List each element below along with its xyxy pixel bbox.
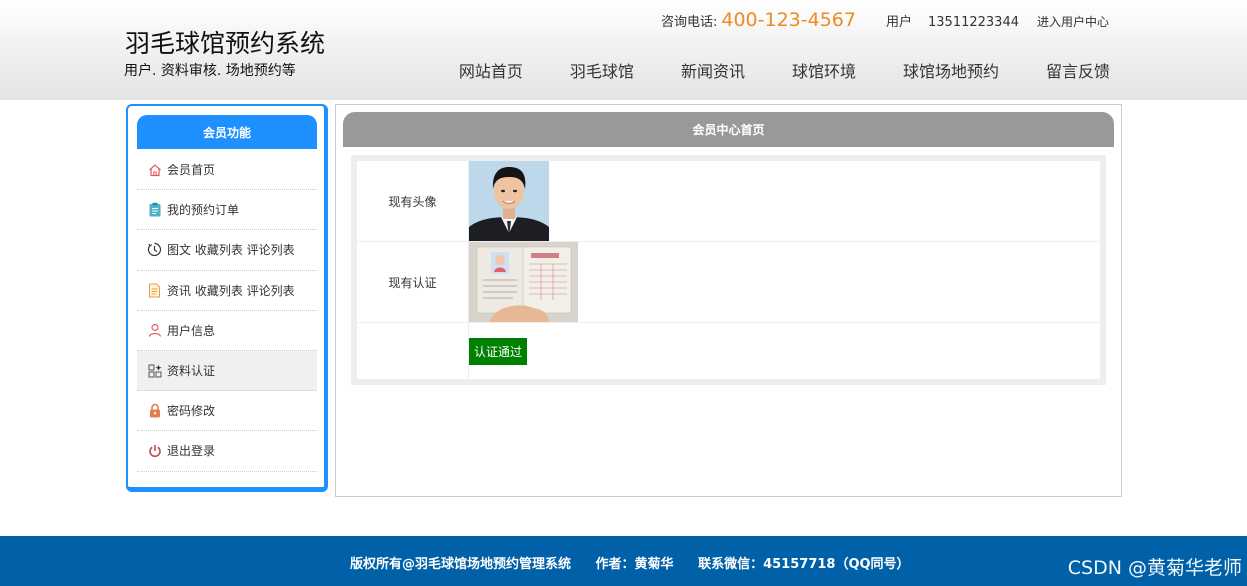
lock-icon: [147, 403, 162, 418]
member-center-panel: 会员中心首页 现有头像 现有认证 认证通过: [335, 104, 1122, 497]
main-nav: 网站首页 羽毛球馆 新闻资讯 球馆环境 球馆场地预约 留言反馈: [459, 58, 1110, 82]
sidebar-item-member-home[interactable]: 会员首页: [137, 150, 317, 191]
verification-row: 认证通过: [357, 323, 1100, 379]
power-icon: [147, 443, 162, 458]
sidebar-item-logout[interactable]: 退出登录: [137, 431, 317, 472]
site-footer: 版权所有@羽毛球馆场地预约管理系统 作者：黄菊华 联系微信：45157718（Q…: [0, 536, 1247, 586]
sidebar-item-label: 用户信息: [167, 323, 216, 338]
nav-home[interactable]: 网站首页: [459, 58, 523, 82]
csdn-watermark: CSDN @黄菊华老师: [1067, 557, 1242, 579]
nav-news[interactable]: 新闻资讯: [681, 58, 745, 82]
panel-title: 会员中心首页: [343, 112, 1114, 147]
sidebar-item-label: 退出登录: [167, 444, 216, 459]
sidebar-item-label: 图文 收藏列表 评论列表: [167, 243, 295, 258]
nav-environment[interactable]: 球馆环境: [792, 58, 856, 82]
sidebar-title: 会员功能: [137, 115, 317, 149]
avatar-row: 现有头像: [357, 161, 1100, 242]
sidebar-item-my-orders[interactable]: 我的预约订单: [137, 190, 317, 231]
footer-copyright: 版权所有@羽毛球馆场地预约管理系统: [350, 557, 572, 572]
avatar-image: [469, 161, 549, 244]
phone-label: 咨询电话:: [660, 15, 718, 30]
sidebar-item-label: 资讯 收藏列表 评论列表: [167, 283, 295, 298]
user-label: 用户: [885, 15, 912, 30]
footer-author: 作者：黄菊华: [595, 557, 674, 572]
user-center-link[interactable]: 进入用户中心: [1037, 13, 1109, 30]
footer-text: 版权所有@羽毛球馆场地预约管理系统 作者：黄菊华 联系微信：45157718（Q…: [350, 553, 930, 572]
avatar-label: 现有头像: [357, 161, 469, 241]
document-icon: [147, 283, 162, 298]
profile-info-table: 现有头像 现有认证 认证通过: [351, 155, 1106, 385]
nav-feedback[interactable]: 留言反馈: [1046, 58, 1110, 82]
certificate-image: [469, 242, 578, 325]
site-title: 羽毛球馆预约系统: [125, 29, 326, 58]
sidebar-menu: 会员首页 我的预约订单 图文 收藏列表 评论列表 资讯 收藏列表 评论列表 用户: [137, 150, 317, 472]
site-subtitle: 用户. 资料审核. 场地预约等: [124, 63, 296, 79]
grid-icon: [147, 363, 162, 378]
sidebar-item-label: 会员首页: [167, 163, 216, 178]
sidebar-item-label: 我的预约订单: [167, 203, 240, 218]
user-phone: 13511223344: [928, 15, 1019, 30]
sidebar-item-label: 资料认证: [167, 364, 216, 379]
footer-contact: 联系微信：45157718（QQ同号）: [698, 557, 910, 572]
sidebar-item-user-info[interactable]: 用户信息: [137, 311, 317, 351]
user-icon: [147, 323, 162, 338]
member-sidebar: 会员功能 会员首页 我的预约订单 图文 收藏列表 评论列表 资讯 收藏列表 评论…: [126, 104, 328, 492]
clock-icon: [147, 242, 162, 257]
sidebar-item-article-favorites[interactable]: 图文 收藏列表 评论列表: [137, 230, 317, 271]
sidebar-item-label: 密码修改: [167, 404, 216, 419]
clipboard-icon: [147, 202, 162, 217]
verification-label-cell: [357, 323, 469, 379]
sidebar-item-change-password[interactable]: 密码修改: [137, 391, 317, 432]
phone-number: 400-123-4567: [721, 9, 856, 31]
sidebar-item-verification[interactable]: 资料认证: [137, 350, 317, 392]
sidebar-item-news-favorites[interactable]: 资讯 收藏列表 评论列表: [137, 271, 317, 311]
nav-badminton-hall[interactable]: 羽毛球馆: [570, 58, 634, 82]
site-header: 羽毛球馆预约系统 用户. 资料审核. 场地预约等 咨询电话: 400-123-4…: [0, 0, 1247, 100]
verified-button[interactable]: 认证通过: [469, 338, 527, 365]
home-icon: [147, 162, 162, 177]
certificate-label: 现有认证: [357, 242, 469, 322]
nav-court-booking[interactable]: 球馆场地预约: [903, 58, 999, 82]
certificate-row: 现有认证: [357, 242, 1100, 323]
top-info-bar: 咨询电话: 400-123-4567 用户 13511223344 进入用户中心: [661, 9, 1109, 31]
